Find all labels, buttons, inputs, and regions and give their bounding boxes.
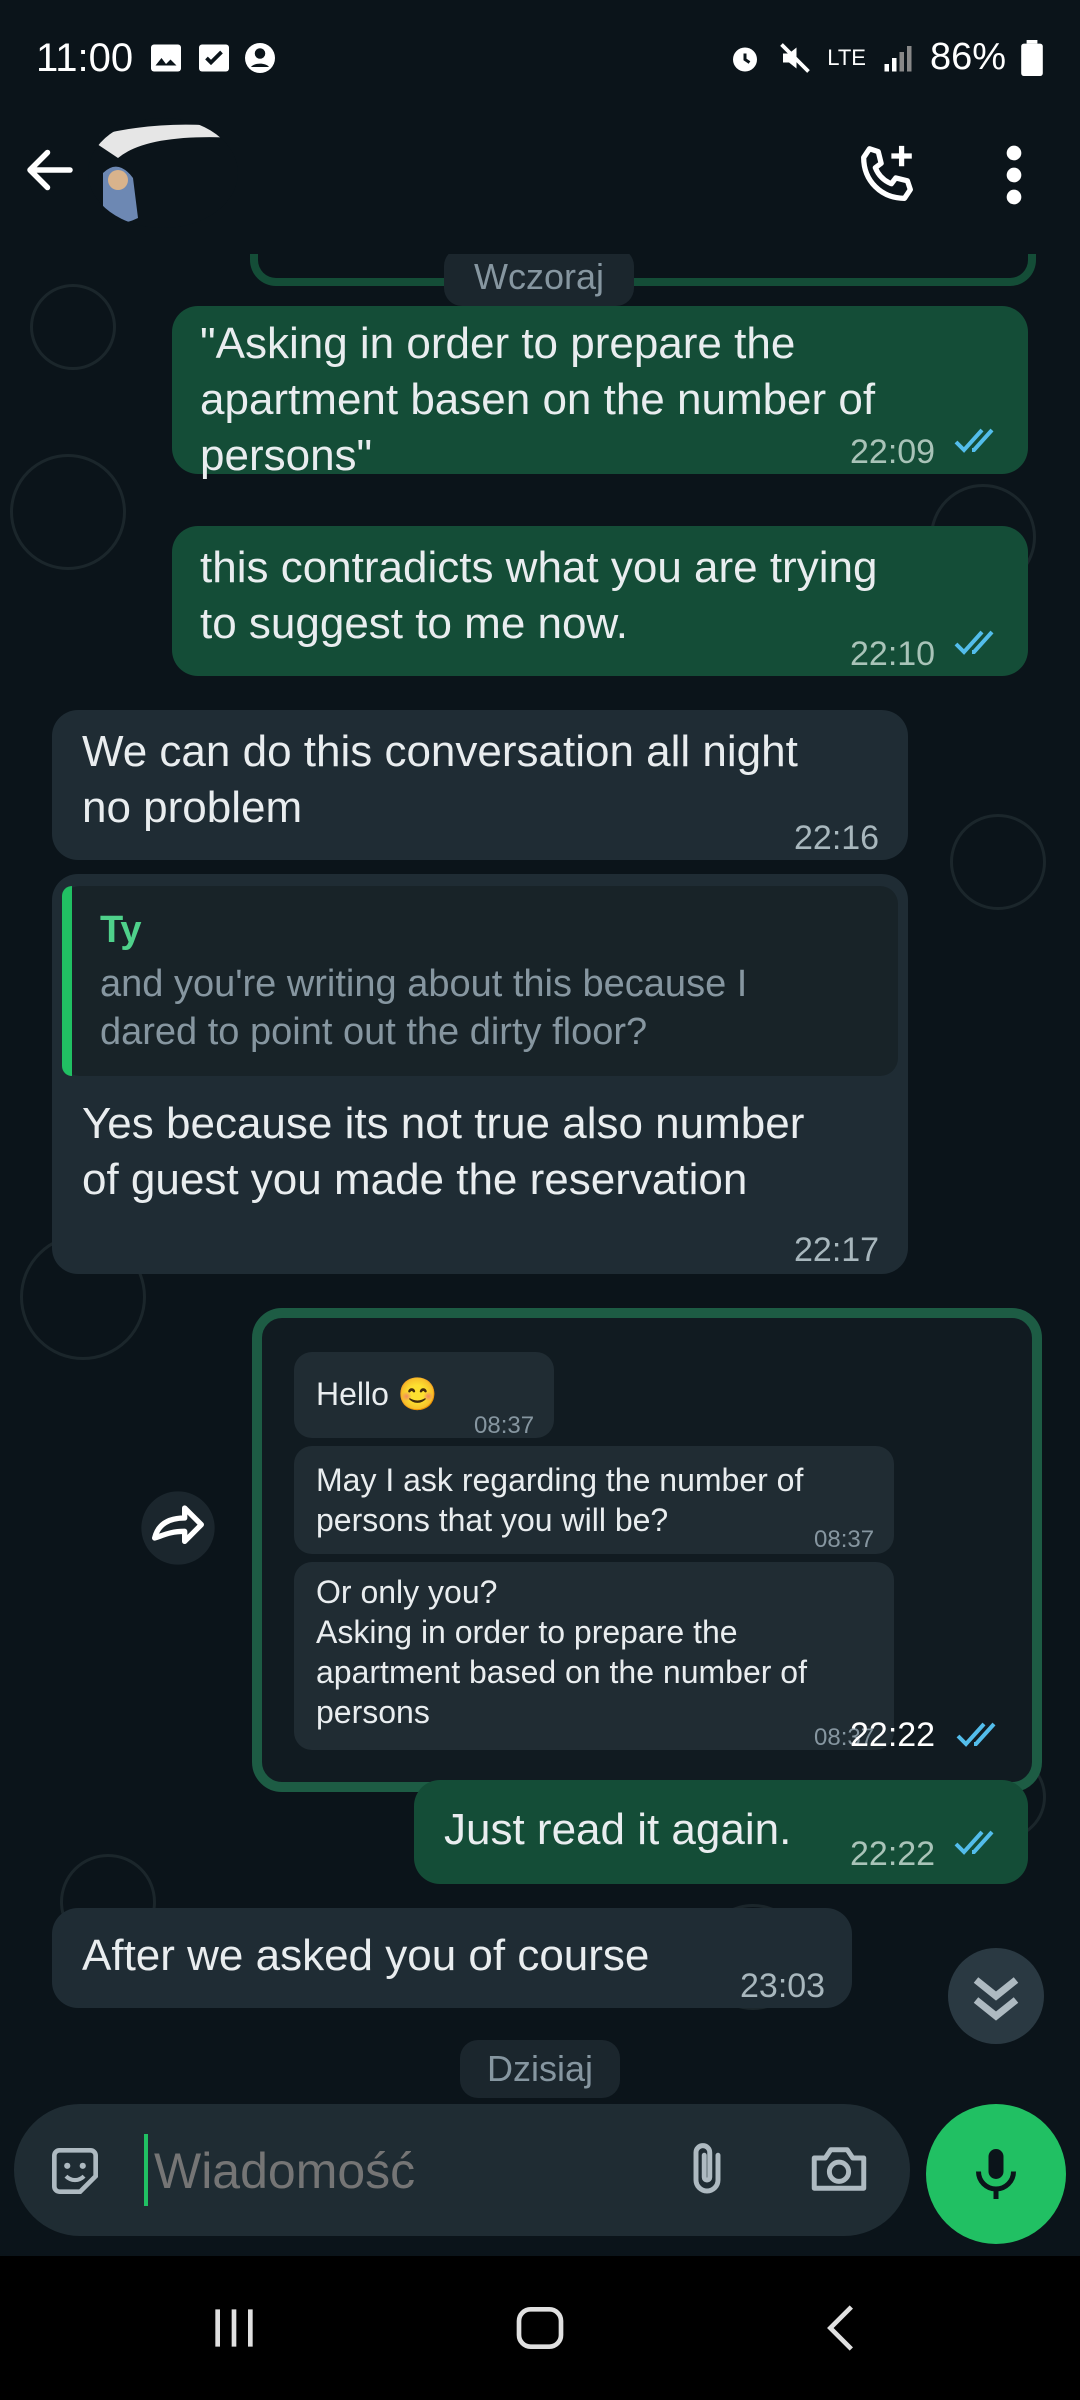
back-arrow-icon[interactable]	[20, 140, 80, 200]
message-time: 22:10	[850, 635, 936, 673]
network-type: LTE	[827, 44, 866, 70]
add-call-icon[interactable]	[852, 140, 922, 210]
checkbox-notification-icon	[199, 44, 229, 72]
message-time: 22:22	[850, 1716, 936, 1754]
alarm-icon	[733, 47, 758, 71]
date-separator: Wczoraj	[444, 254, 634, 306]
message-input-bar	[14, 2104, 910, 2236]
message-bubble-in[interactable]: We can do this conversation all night no…	[52, 710, 908, 860]
message-time: 22:17	[794, 1231, 880, 1269]
battery-percent: 86%	[929, 36, 1006, 78]
message-text: Yes because its not true also number of …	[82, 1099, 805, 1204]
quoted-message[interactable]: Ty and you're writing about this because…	[62, 886, 898, 1076]
message-input[interactable]	[152, 2132, 676, 2210]
more-vert-icon[interactable]	[996, 142, 1032, 208]
attach-icon[interactable]	[674, 2136, 740, 2202]
sticker-icon[interactable]	[44, 2140, 106, 2202]
message-time: 22:09	[850, 433, 936, 471]
home-icon[interactable]	[512, 2300, 568, 2356]
forward-icon[interactable]	[138, 1488, 218, 1568]
status-time: 11:00	[36, 36, 134, 80]
battery-icon	[1021, 39, 1043, 76]
scroll-to-bottom-button[interactable]	[948, 1948, 1044, 2044]
camera-icon[interactable]	[804, 2136, 874, 2202]
status-right-group: LTE 86%	[727, 36, 1044, 79]
date-separator: Dzisiaj	[460, 2040, 620, 2098]
forwarded-screenshot-image[interactable]: Hello 😊 08:37 May I ask regarding the nu…	[252, 1308, 1042, 1792]
message-bubble-in[interactable]: After we asked you of course 23:03	[52, 1908, 852, 2008]
mute-icon	[780, 42, 811, 73]
mini-message: Or only you? Asking in order to prepare …	[294, 1562, 894, 1751]
message-text: Just read it again.	[444, 1805, 792, 1854]
system-nav-bar	[0, 2256, 1080, 2400]
message-time: 22:22	[850, 1835, 936, 1873]
mic-icon	[976, 2149, 1016, 2199]
message-bubble-in-reply[interactable]: Ty and you're writing about this because…	[52, 874, 908, 1274]
back-nav-icon[interactable]	[814, 2300, 870, 2356]
quote-accent-bar	[62, 886, 72, 1076]
quote-text: and you're writing about this because I …	[100, 963, 748, 1053]
message-bubble-out[interactable]: Just read it again. 22:22	[414, 1780, 1028, 1884]
message-bubble-partial[interactable]: 22:08	[250, 254, 1036, 286]
avatar[interactable]	[88, 118, 238, 228]
signal-icon	[884, 45, 912, 71]
message-time: 22:08	[873, 254, 958, 270]
read-ticks-icon	[954, 630, 994, 655]
message-text: After we asked you of course	[82, 1931, 650, 1980]
recents-icon[interactable]	[206, 2300, 262, 2356]
mini-message: May I ask regarding the number of person…	[294, 1446, 894, 1554]
wallpaper-doodle	[30, 284, 116, 370]
wallpaper-doodle	[950, 814, 1046, 910]
text-cursor	[144, 2134, 148, 2206]
account-notification-icon	[245, 43, 275, 73]
gallery-icon	[151, 44, 181, 72]
wallpaper-doodle	[10, 454, 126, 570]
message-text: "Asking in order to prepare the apartmen…	[200, 319, 876, 480]
quote-author: Ty	[100, 909, 142, 951]
message-bubble-out[interactable]: this contradicts what you are trying to …	[172, 526, 1028, 676]
message-time: 22:16	[794, 819, 880, 857]
message-text: We can do this conversation all night no…	[82, 727, 798, 832]
read-ticks-icon	[954, 428, 994, 453]
message-bubble-out[interactable]: "Asking in order to prepare the apartmen…	[172, 306, 1028, 480]
message-text: this contradicts what you are trying to …	[200, 543, 878, 648]
read-ticks-icon	[954, 1830, 994, 1855]
mic-button[interactable]	[926, 2104, 1066, 2244]
mini-message: Hello 😊 08:37	[294, 1352, 554, 1439]
read-ticks-icon	[956, 1722, 996, 1747]
message-time: 23:03	[740, 1967, 826, 2005]
